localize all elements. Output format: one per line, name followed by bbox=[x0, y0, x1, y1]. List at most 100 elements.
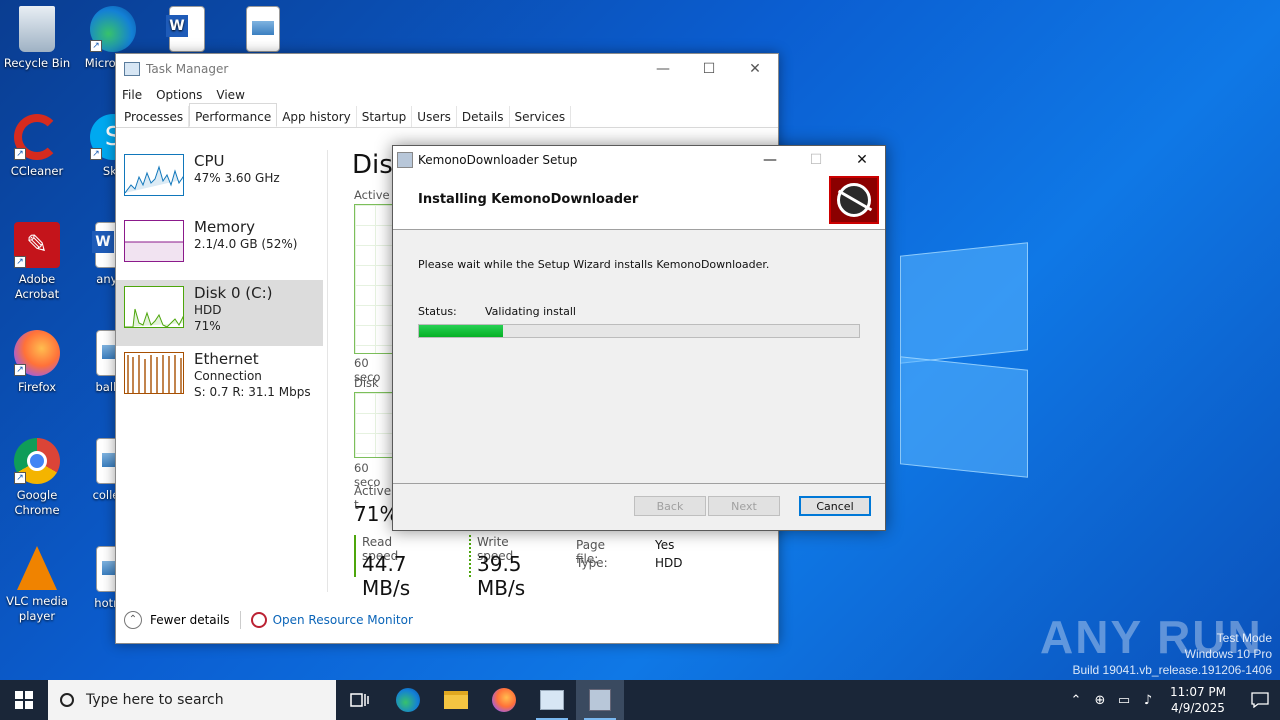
desktop-icon-label: VLC media player bbox=[6, 594, 68, 623]
page-file-value: Yes bbox=[655, 538, 675, 552]
task-manager-icon bbox=[124, 62, 140, 76]
windows-start-icon bbox=[15, 691, 33, 709]
resource-disk-0[interactable]: Disk 0 (C:) HDD 71% bbox=[116, 280, 323, 346]
desktop-icon-ccleaner[interactable]: ↗ CCleaner bbox=[0, 114, 74, 179]
desktop-icon-recycle-bin[interactable]: Recycle Bin bbox=[0, 6, 74, 71]
tab-processes[interactable]: Processes bbox=[119, 106, 190, 127]
resource-detail: Connection bbox=[194, 369, 262, 383]
resource-detail: HDD bbox=[194, 303, 222, 317]
taskbar-setup[interactable] bbox=[576, 680, 624, 720]
menu-options[interactable]: Options bbox=[156, 88, 202, 102]
taskbar-edge[interactable] bbox=[384, 680, 432, 720]
clock-date: 4/9/2025 bbox=[1171, 701, 1225, 715]
chevron-up-icon[interactable]: ⌃ bbox=[124, 611, 142, 629]
back-button[interactable]: Back bbox=[634, 496, 706, 516]
tab-performance[interactable]: Performance bbox=[189, 103, 278, 127]
close-button[interactable]: ✕ bbox=[839, 146, 885, 174]
resource-list: CPU 47% 3.60 GHz Memory 2.1/4.0 GB (52%)… bbox=[116, 148, 328, 412]
install-progress-bar bbox=[418, 324, 860, 338]
taskbar-file-explorer[interactable] bbox=[432, 680, 480, 720]
edge-icon bbox=[396, 688, 420, 712]
minimize-button[interactable]: — bbox=[640, 54, 686, 84]
menu-file[interactable]: File bbox=[122, 88, 142, 102]
read-speed-value: 44.7 MB/s bbox=[362, 552, 411, 600]
fewer-details-link[interactable]: Fewer details bbox=[150, 613, 230, 627]
chrome-icon: ↗ bbox=[14, 438, 60, 484]
taskbar-search-box[interactable]: Type here to search bbox=[48, 680, 336, 720]
cancel-button[interactable]: Cancel bbox=[799, 496, 871, 516]
tab-details[interactable]: Details bbox=[457, 106, 510, 127]
resource-detail: 2.1/4.0 GB (52%) bbox=[194, 237, 298, 251]
memory-mini-graph bbox=[124, 220, 184, 262]
tab-startup[interactable]: Startup bbox=[357, 106, 413, 127]
desktop-icon-vlc[interactable]: VLC media player bbox=[0, 546, 74, 624]
minimize-button[interactable]: — bbox=[747, 146, 793, 174]
footer-divider bbox=[239, 611, 241, 629]
task-view-button[interactable] bbox=[336, 680, 384, 720]
ethernet-icon[interactable]: ▭ bbox=[1112, 693, 1136, 708]
firefox-icon bbox=[492, 688, 516, 712]
progress-fill bbox=[419, 325, 503, 337]
search-icon bbox=[60, 693, 74, 707]
desktop-icon-image[interactable] bbox=[226, 6, 300, 56]
resource-name: Memory bbox=[194, 218, 256, 236]
kemono-logo-icon bbox=[829, 176, 879, 224]
volume-icon[interactable]: ♪ bbox=[1136, 693, 1160, 708]
disk-transfer-graph bbox=[354, 392, 394, 458]
desktop-icon-google-chrome[interactable]: ↗ Google Chrome bbox=[0, 438, 74, 518]
desktop-icon-label: Google Chrome bbox=[14, 488, 60, 517]
setup-heading: Installing KemonoDownloader bbox=[418, 192, 639, 207]
close-button[interactable]: ✕ bbox=[732, 54, 778, 84]
setup-dialog: KemonoDownloader Setup — ☐ ✕ Installing … bbox=[392, 145, 886, 531]
desktop-icon-firefox[interactable]: ↗ Firefox bbox=[0, 330, 74, 395]
type-label: Type: bbox=[576, 556, 608, 570]
next-button[interactable]: Next bbox=[708, 496, 780, 516]
resource-detail: 47% 3.60 GHz bbox=[194, 171, 280, 185]
maximize-button[interactable]: ☐ bbox=[686, 54, 732, 84]
windows-wallpaper-logo bbox=[880, 235, 1030, 480]
acrobat-icon: ✎ ↗ bbox=[14, 222, 60, 268]
ccleaner-icon: ↗ bbox=[14, 114, 60, 160]
watermark-line: Build 19041.vb_release.191206-1406 bbox=[1072, 663, 1273, 677]
setup-titlebar[interactable]: KemonoDownloader Setup — ☐ ✕ bbox=[393, 146, 885, 174]
write-speed-marker bbox=[469, 535, 471, 577]
desktop-icon-word-doc[interactable]: W bbox=[150, 6, 224, 56]
resource-name: CPU bbox=[194, 152, 225, 170]
resource-monitor-icon bbox=[250, 612, 267, 628]
resource-ethernet[interactable]: Ethernet Connection S: 0.7 R: 31.1 Mbps bbox=[120, 346, 328, 412]
tab-services[interactable]: Services bbox=[510, 106, 572, 127]
write-speed-value: 39.5 MB/s bbox=[477, 552, 526, 600]
panel-divider bbox=[327, 150, 328, 592]
resource-memory[interactable]: Memory 2.1/4.0 GB (52%) bbox=[120, 214, 328, 280]
taskbar-task-manager[interactable] bbox=[528, 680, 576, 720]
taskbar-firefox[interactable] bbox=[480, 680, 528, 720]
action-center-button[interactable] bbox=[1240, 692, 1280, 708]
resource-detail: S: 0.7 R: 31.1 Mbps bbox=[194, 385, 311, 399]
desktop-icon-adobe-acrobat[interactable]: ✎ ↗ Adobe Acrobat bbox=[0, 222, 74, 302]
resource-cpu[interactable]: CPU 47% 3.60 GHz bbox=[120, 148, 328, 214]
task-manager-icon bbox=[540, 690, 564, 710]
test-mode-watermark: Test Mode Windows 10 Pro Build 19041.vb_… bbox=[1073, 630, 1273, 678]
folder-icon bbox=[444, 691, 468, 709]
task-manager-titlebar[interactable]: Task Manager — ☐ ✕ bbox=[116, 54, 778, 84]
type-value: HDD bbox=[655, 556, 683, 570]
open-resource-monitor-link[interactable]: Open Resource Monitor bbox=[273, 613, 413, 627]
detail-heading: Dis bbox=[352, 150, 393, 180]
installer-icon bbox=[589, 689, 611, 711]
resource-name: Ethernet bbox=[194, 350, 259, 368]
ethernet-mini-graph bbox=[124, 352, 184, 394]
maximize-button: ☐ bbox=[809, 152, 823, 168]
edge-icon: ↗ bbox=[90, 6, 136, 52]
status-label: Status: bbox=[418, 305, 457, 318]
vlc-cone-icon bbox=[17, 546, 57, 590]
desktop-icon-label: Recycle Bin bbox=[3, 56, 71, 70]
network-status-icon[interactable]: ⊕ bbox=[1088, 693, 1112, 708]
chevron-up-icon[interactable]: ⌃ bbox=[1064, 693, 1088, 708]
start-button[interactable] bbox=[0, 680, 48, 720]
tab-users[interactable]: Users bbox=[412, 106, 457, 127]
clock[interactable]: 11:07 PM 4/9/2025 bbox=[1170, 684, 1226, 716]
tab-app-history[interactable]: App history bbox=[277, 106, 357, 127]
menu-view[interactable]: View bbox=[216, 88, 244, 102]
notification-icon bbox=[1251, 692, 1269, 708]
task-manager-footer: ⌃ Fewer details Open Resource Monitor bbox=[116, 597, 778, 643]
